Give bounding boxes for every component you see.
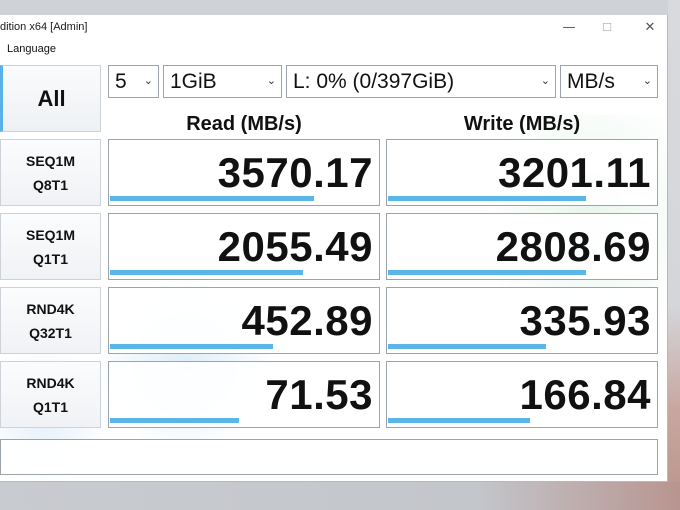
desktop-background-bottom [0,482,680,510]
drive-select[interactable]: L: 0% (0/397GiB) ⌄ [286,65,556,98]
comment-input[interactable] [0,439,658,475]
write-value: 166.84 [519,371,651,418]
title-bar: dition x64 [Admin] — ☐ ✕ [0,15,667,41]
write-column-header: Write (MB/s) [463,113,581,135]
write-result-seq1m-q1t1: 2808.69 [386,213,658,280]
test-label-line1: SEQ1M [25,226,75,243]
write-value: 2808.69 [495,223,651,270]
read-result-seq1m-q1t1: 2055.49 [108,213,380,280]
window-title: dition x64 [Admin] [0,21,88,33]
test-label-line2: Q32T1 [29,324,72,341]
write-result-rnd4k-q32t1: 335.93 [386,287,658,354]
write-value: 335.93 [519,297,651,344]
read-column-header: Read (MB/s) [186,113,302,135]
test-button-seq1m-q8t1[interactable]: SEQ1M Q8T1 [0,139,101,206]
test-button-rnd4k-q32t1[interactable]: RND4K Q32T1 [0,287,101,354]
write-progress-bar [388,418,530,423]
write-progress-bar [388,344,546,349]
write-result-rnd4k-q1t1: 166.84 [386,361,658,428]
desktop-background-right [668,0,680,510]
read-value: 2055.49 [217,223,373,270]
write-progress-bar [388,270,586,275]
drive-value: L: 0% (0/397GiB) [293,70,455,93]
test-label-line1: SEQ1M [25,152,75,169]
unit-value: MB/s [567,70,615,93]
read-progress-bar [110,344,273,349]
read-progress-bar [110,270,303,275]
chevron-down-icon: ⌄ [540,75,550,87]
test-size-select[interactable]: 1GiB ⌄ [163,65,282,98]
menu-language[interactable]: Language [7,41,56,57]
test-label-line2: Q1T1 [32,398,68,415]
test-count-value: 5 [115,70,127,93]
read-result-seq1m-q8t1: 3570.17 [108,139,380,206]
read-value: 3570.17 [217,149,373,196]
maximize-icon[interactable]: ☐ [589,15,625,41]
write-result-seq1m-q8t1: 3201.11 [386,139,658,206]
test-button-seq1m-q1t1[interactable]: SEQ1M Q1T1 [0,213,101,280]
test-label-line2: Q8T1 [32,176,68,193]
write-progress-bar [388,196,586,201]
chevron-down-icon: ⌄ [642,75,652,87]
test-button-rnd4k-q1t1[interactable]: RND4K Q1T1 [0,361,101,428]
test-count-select[interactable]: 5 ⌄ [108,65,159,98]
close-icon[interactable]: ✕ [632,15,667,41]
read-value: 452.89 [241,297,373,344]
minimize-icon[interactable]: — [551,15,587,41]
test-label-line2: Q1T1 [32,250,68,267]
read-progress-bar [110,418,239,423]
app-window: dition x64 [Admin] — ☐ ✕ Language All 5 … [0,15,668,482]
read-result-rnd4k-q32t1: 452.89 [108,287,380,354]
chevron-down-icon: ⌄ [266,75,276,87]
unit-select[interactable]: MB/s ⌄ [560,65,658,98]
read-value: 71.53 [265,371,373,418]
write-value: 3201.11 [497,149,651,196]
read-progress-bar [110,196,314,201]
test-size-value: 1GiB [170,70,217,93]
test-label-line1: RND4K [26,374,75,391]
read-result-rnd4k-q1t1: 71.53 [108,361,380,428]
chevron-down-icon: ⌄ [143,75,153,87]
all-button[interactable]: All [0,65,101,132]
test-label-line1: RND4K [26,300,75,317]
